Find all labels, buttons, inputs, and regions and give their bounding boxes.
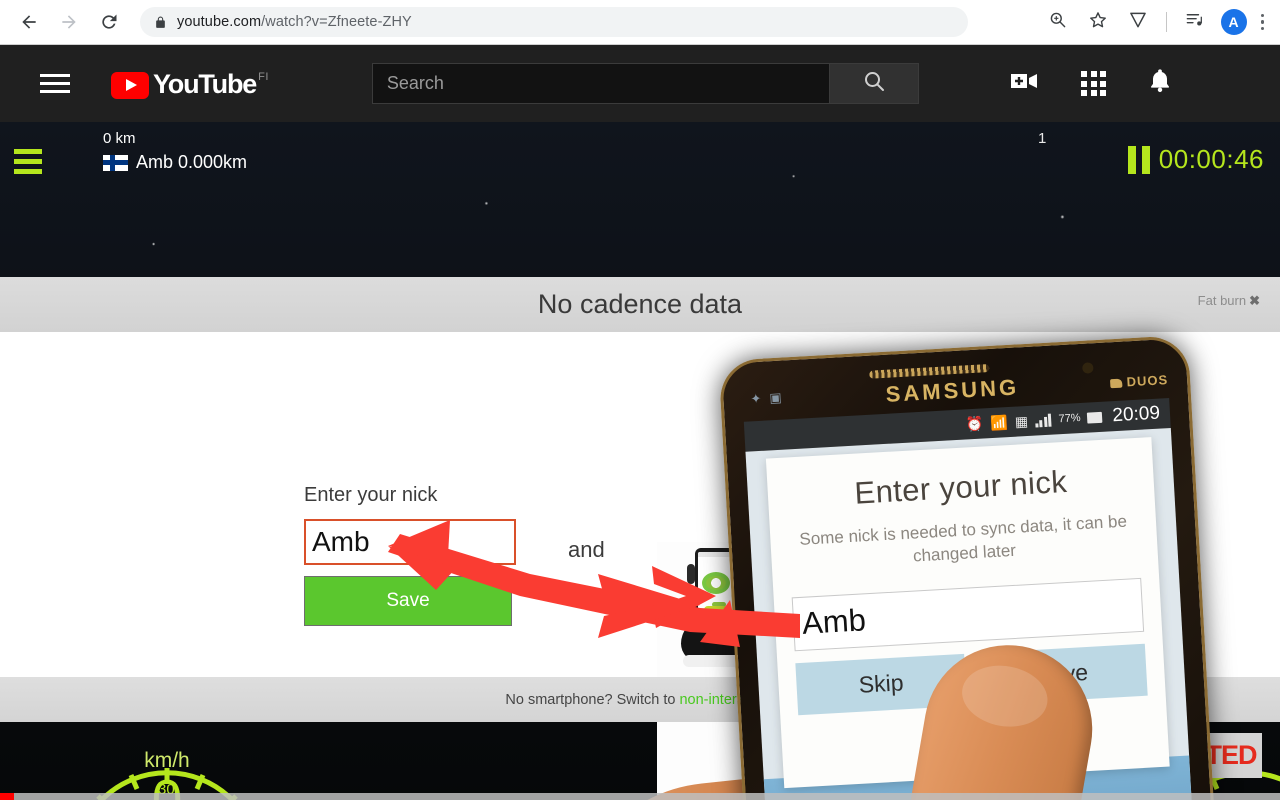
bookmark-button[interactable] — [1083, 7, 1113, 37]
mount-clip-left — [687, 564, 695, 584]
forward-button[interactable] — [52, 5, 86, 39]
video-camera-plus-icon — [1009, 69, 1041, 98]
youtube-play-icon — [111, 71, 149, 99]
back-button[interactable] — [12, 5, 46, 39]
zoom-in-button[interactable] — [1043, 7, 1073, 37]
distance-readout: 0 km — [103, 130, 136, 147]
media-list-icon — [1184, 10, 1205, 34]
youtube-search — [371, 63, 919, 104]
battery-icon — [1087, 411, 1103, 424]
youtube-header-actions — [1009, 67, 1174, 100]
and-label: and — [568, 537, 605, 562]
dialog-title: Enter your nick — [853, 463, 1068, 511]
close-icon[interactable]: ✖ — [1249, 293, 1260, 308]
lock-icon — [154, 15, 167, 30]
wifi-icon: 📶 — [990, 414, 1009, 432]
green-hamburger-icon — [14, 149, 42, 154]
browser-menu-button[interactable] — [1253, 13, 1273, 31]
video-progress-played — [0, 793, 14, 800]
screenshot-root: youtube.com/watch?v=Zfneete-ZHY A YouTub… — [0, 0, 1280, 800]
screenshot-icon: ▣ — [768, 389, 783, 406]
bell-icon — [1146, 67, 1174, 100]
game-menu-button[interactable] — [14, 149, 42, 174]
search-input[interactable] — [371, 63, 829, 104]
position-readout: 1 — [1038, 130, 1047, 147]
url-host: youtube.com — [177, 14, 262, 30]
reload-icon — [99, 12, 119, 32]
hamburger-menu-icon — [40, 74, 70, 77]
zoom-in-icon — [1048, 10, 1067, 34]
media-list-button[interactable] — [1180, 7, 1210, 37]
youtube-country-code: FI — [258, 70, 269, 83]
youtube-header: YouTube FI — [0, 45, 1280, 122]
url-path: /watch?v=Zfneete-ZHY — [261, 14, 412, 30]
battery-percent: 77% — [1058, 411, 1081, 426]
flag-finland-icon — [103, 154, 128, 171]
sd-card-icon: ▦ — [1014, 412, 1029, 430]
three-dot-menu-icon — [1260, 13, 1264, 18]
elapsed-time: 00:00:46 — [1158, 144, 1264, 174]
star-icon — [1088, 10, 1108, 35]
phone-screen: Enter your nick Some nick is needed to s… — [745, 427, 1197, 800]
dialog-subtitle: Some nick is needed to sync data, it can… — [798, 511, 1128, 566]
nick-input[interactable] — [304, 519, 516, 565]
video-progress-bar[interactable] — [0, 793, 1280, 800]
forward-arrow-icon — [59, 12, 79, 32]
save-button[interactable]: Save — [304, 576, 512, 626]
search-icon — [862, 69, 886, 98]
pause-icon[interactable] — [1127, 145, 1150, 174]
switch-mode-text: No smartphone? Switch to non-interactive — [505, 692, 774, 708]
reload-button[interactable] — [92, 5, 126, 39]
alarm-clock-icon: ⏰ — [965, 415, 984, 433]
back-arrow-icon — [19, 12, 39, 32]
samsung-phone-photo: SAMSUNG DUOS ✦ ▣ ⏰ 📶 ▦ 77% 20:09 Enter y… — [718, 334, 1220, 800]
phone-clock: 20:09 — [1111, 402, 1161, 427]
phone-notification-icons: ✦ ▣ — [750, 390, 782, 408]
avatar[interactable]: A — [1220, 9, 1247, 35]
adblock-button[interactable] — [1123, 7, 1153, 37]
nick-form: Enter your nick Save — [304, 484, 518, 626]
phone-sub-brand: DUOS — [1110, 372, 1168, 390]
cadence-message: No cadence data — [537, 289, 743, 319]
youtube-logo-text: YouTube — [153, 68, 257, 99]
nick-label: Enter your nick — [304, 484, 438, 506]
speed-gauge: 0 10 20 30 40 50 60 km/h 0 rpm 0 — [52, 722, 282, 800]
notifications-button[interactable] — [1146, 67, 1174, 100]
fat-burn-badge: Fat burn ✖ — [1198, 293, 1260, 309]
signal-bars-icon — [1035, 413, 1052, 428]
youtube-guide-button[interactable] — [34, 68, 76, 99]
cadence-banner: No cadence data Fat burn ✖ — [0, 277, 1280, 332]
ted-watermark-text: TED — [1205, 740, 1258, 770]
address-bar[interactable]: youtube.com/watch?v=Zfneete-ZHY — [140, 7, 968, 37]
search-button[interactable] — [828, 63, 919, 104]
adblock-icon — [1128, 10, 1148, 35]
rider-label: Amb 0.000km — [136, 152, 248, 172]
dialog-nick-input[interactable] — [791, 577, 1145, 652]
switch-mode-prefix: No smartphone? Switch to — [505, 691, 680, 708]
youtube-logo[interactable]: YouTube FI — [111, 69, 269, 99]
url-text: youtube.com/watch?v=Zfneete-ZHY — [177, 14, 412, 30]
apps-grid-icon — [1081, 71, 1106, 96]
apps-button[interactable] — [1081, 71, 1106, 96]
browser-toolbar: youtube.com/watch?v=Zfneete-ZHY A — [0, 0, 1280, 45]
timer-group: 00:00:46 — [1127, 144, 1264, 175]
rider-row: Amb 0.000km — [103, 152, 247, 173]
video-player[interactable]: 0 km Amb 0.000km 1 00:00:46 No cadence d… — [0, 122, 1280, 800]
bluetooth-icon: ✦ — [750, 390, 762, 407]
fat-burn-label: Fat burn — [1197, 293, 1247, 308]
avatar-letter: A — [1228, 14, 1239, 30]
toolbar-actions: A — [1038, 7, 1280, 37]
toolbar-divider — [1165, 12, 1167, 32]
create-video-button[interactable] — [1009, 69, 1041, 98]
